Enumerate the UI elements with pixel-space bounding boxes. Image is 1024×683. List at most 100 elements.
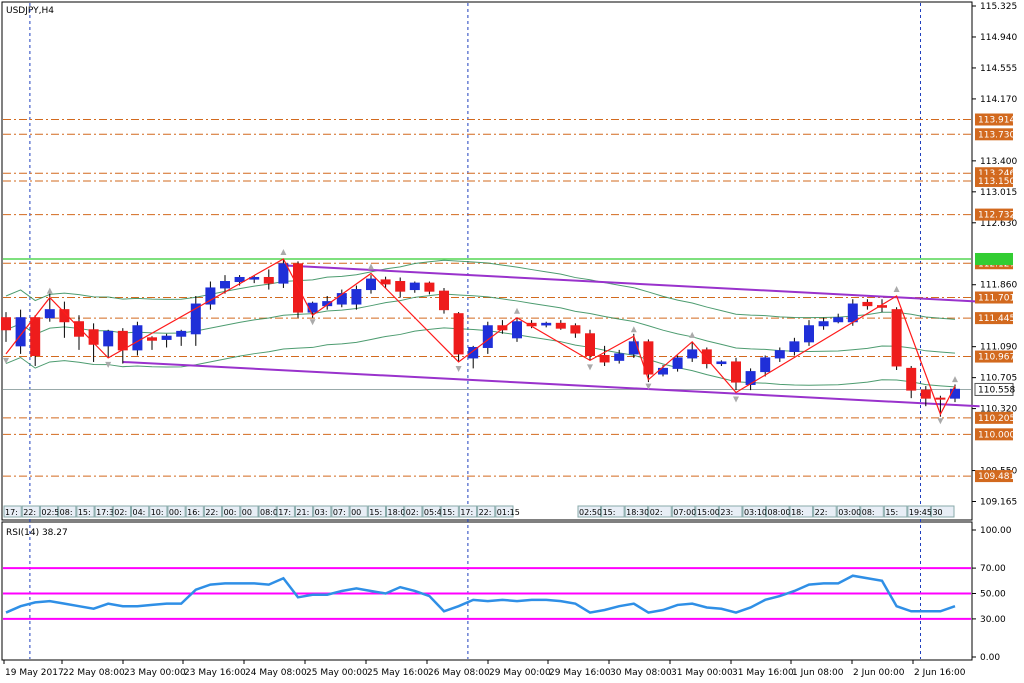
time-marker: 02:50 (577, 505, 602, 518)
candle-body (220, 281, 230, 289)
time-marker-label: 03:10 (744, 508, 767, 517)
level-tag-label: 112.732 (978, 211, 1015, 221)
price-tick-label: 113.400 (980, 157, 1017, 167)
candle-body (555, 322, 566, 329)
time-marker-label: 15: (885, 508, 898, 517)
time-marker-label: 22: (205, 508, 218, 517)
time-tick-label: 23 May 16:00 (184, 668, 246, 678)
time-marker: 15: (367, 505, 386, 518)
price-tick-label: 109.165 (980, 498, 1017, 508)
time-marker-label: 15: (78, 508, 91, 517)
time-marker-row: 17: 22: 02:50 08: 15: 17: 30 02: 04: 10: 00: 16: 22:… (3, 505, 955, 518)
rsi-tick-label: 30.00 (980, 615, 1006, 625)
price-tick-label: 114.170 (980, 95, 1017, 105)
level-tag: 113.150 (975, 174, 1015, 187)
candle-body (161, 335, 172, 340)
time-marker: 10: (149, 505, 168, 518)
level-tag-label: 113.914 (978, 116, 1015, 126)
level-tag-label: 110.205 (978, 414, 1015, 424)
rsi-tick-label: 50.00 (980, 590, 1006, 600)
time-tick-label: 29 May 16:00 (549, 668, 611, 678)
level-tag: 111.445 (975, 312, 1015, 325)
time-marker-label: 03: (315, 508, 328, 517)
level-tag: 111.701 (975, 291, 1015, 304)
candle-body (541, 322, 552, 326)
candle-body (234, 276, 245, 283)
candle-body (424, 282, 435, 292)
candle-body (263, 276, 274, 284)
level-tag: 110.000 (975, 428, 1015, 441)
current-price-label: 110.558 (978, 385, 1015, 395)
time-tick-label: 31 May 16:00 (732, 668, 794, 678)
time-tick-label: 25 May 00:00 (306, 668, 368, 678)
time-marker: 22: (477, 505, 496, 518)
candle-body (599, 355, 610, 363)
candle-body (147, 337, 157, 341)
price-tick-label: 114.555 (980, 64, 1017, 74)
time-marker-label: 22: (23, 508, 36, 517)
candle-body (351, 289, 362, 305)
candle-body (132, 325, 143, 351)
rsi-title: RSI(14) 38.27 (6, 528, 68, 538)
time-marker: 03:10 (742, 505, 767, 518)
candle-body (920, 389, 931, 399)
time-tick-label: 2 Jun 00:00 (853, 668, 905, 678)
rsi-pane (1, 521, 973, 661)
time-marker: 15: (601, 505, 625, 518)
time-marker-label: 17: (460, 508, 473, 517)
time-marker: 17: (458, 505, 478, 518)
candle-body (307, 302, 318, 313)
candle-body (409, 282, 420, 291)
level-tag: 110.205 (975, 411, 1015, 424)
time-marker: 19:45 (907, 505, 932, 518)
time-marker: 22: (203, 505, 223, 518)
candle-body (117, 330, 128, 351)
time-marker-label: 02: (406, 508, 419, 517)
level-tag: 109.481 (975, 470, 1015, 483)
price-tick-label: 110.705 (980, 374, 1017, 384)
candle-body (176, 330, 187, 337)
candle-body (687, 349, 698, 359)
candle-body (453, 313, 464, 355)
time-marker: 08: (860, 505, 884, 518)
time-tick-label: 26 May 08:00 (428, 668, 490, 678)
candle-body (833, 317, 844, 323)
candle-body (774, 350, 785, 359)
level-tag-label: 109.481 (978, 472, 1015, 482)
time-tick-label: 29 May 00:00 (489, 668, 551, 678)
time-marker-label: 15: (442, 508, 455, 517)
time-marker: 00: (222, 505, 241, 518)
candle-body (380, 279, 391, 285)
time-marker-label: 00: (169, 508, 182, 517)
rsi-tick-label: 0.00 (980, 653, 1000, 663)
candle-body (716, 361, 727, 365)
time-marker: 02: (112, 505, 131, 518)
time-marker-label: 17: (278, 508, 291, 517)
candle-body (366, 278, 376, 291)
time-marker: 15:00 (695, 505, 720, 518)
time-marker: 03: (313, 505, 332, 518)
candle (891, 307, 902, 370)
time-marker: 17: (276, 505, 295, 518)
time-marker: 08:00 (766, 505, 791, 518)
time-marker: 07:00 (671, 505, 696, 518)
candle-body (847, 303, 858, 323)
time-marker-label: 02:50 (579, 508, 602, 517)
time-marker: 02: (404, 505, 423, 518)
time-axis: 19 May 2017 22 May 08:00 23 May 00:0023 Ma… (3, 660, 966, 678)
rsi-tick-label: 100.00 (980, 526, 1012, 536)
candle-body (614, 353, 625, 361)
time-marker-label: 08:00 (768, 508, 791, 517)
candle-body (862, 301, 873, 307)
level-tag: 110.967 (975, 350, 1015, 363)
candle-body (482, 325, 493, 348)
green-level-tag (975, 252, 1013, 265)
time-tick-label: 23 May 00:00 (124, 668, 186, 678)
time-tick-label: 30 May 08:00 (610, 668, 672, 678)
time-marker-label: 04: (133, 508, 146, 517)
time-marker-label: 08: (862, 508, 875, 517)
candle (278, 258, 289, 288)
time-marker-label: 18: (791, 508, 804, 517)
time-marker: 16: (185, 505, 204, 518)
price-level-tags: 113.914113.730113.246113.150112.732112.1… (974, 113, 1015, 483)
